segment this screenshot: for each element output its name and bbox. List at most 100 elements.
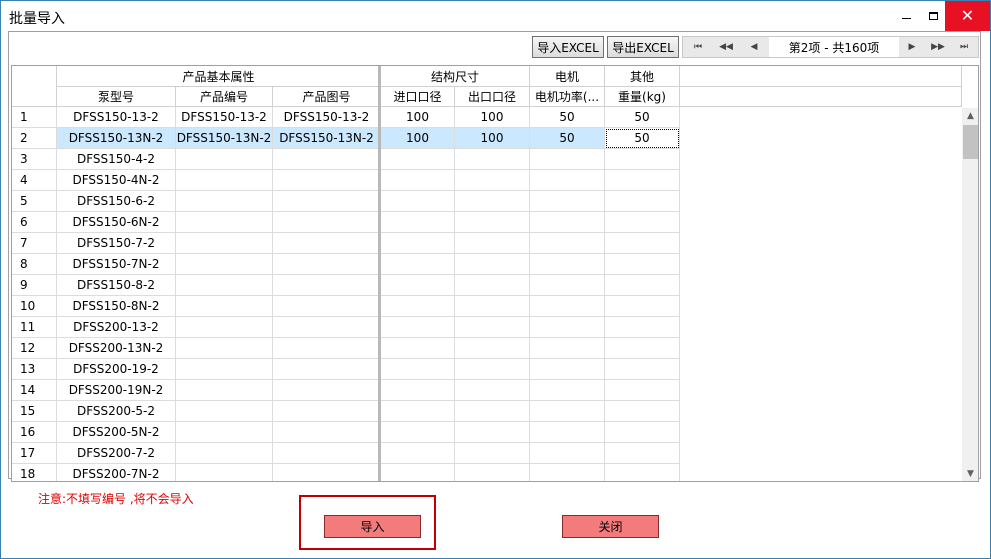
grid-cell[interactable] (605, 149, 680, 170)
prev-page-button[interactable]: ◀◀ (713, 37, 739, 57)
grid-cell[interactable] (605, 443, 680, 464)
grid-cell[interactable] (455, 443, 530, 464)
grid-cell[interactable] (530, 149, 605, 170)
row-number[interactable]: 4 (12, 170, 57, 191)
grid-cell[interactable] (381, 464, 455, 481)
row-number[interactable]: 5 (12, 191, 57, 212)
grid-cell[interactable] (530, 359, 605, 380)
grid-cell[interactable] (455, 359, 530, 380)
grid-cell[interactable]: DFSS200-7N-2 (57, 464, 176, 481)
row-number[interactable]: 2 (12, 128, 57, 149)
grid-cell[interactable] (176, 191, 273, 212)
grid-cell[interactable] (176, 254, 273, 275)
column-header[interactable]: 产品图号 (273, 87, 381, 107)
first-page-button[interactable]: ⏮ (685, 37, 711, 57)
grid-cell[interactable]: DFSS150-7N-2 (57, 254, 176, 275)
grid-cell[interactable]: DFSS150-8-2 (57, 275, 176, 296)
grid-cell[interactable]: DFSS150-8N-2 (57, 296, 176, 317)
grid-cell[interactable] (176, 149, 273, 170)
row-number[interactable]: 15 (12, 401, 57, 422)
grid-cell[interactable] (530, 296, 605, 317)
grid-cell[interactable]: DFSS150-13-2 (176, 107, 273, 128)
grid-cell[interactable]: DFSS200-13N-2 (57, 338, 176, 359)
last-page-button[interactable]: ⏭ (951, 37, 977, 57)
import-button[interactable]: 导入 (324, 515, 421, 538)
grid-cell[interactable] (455, 422, 530, 443)
grid-cell[interactable] (605, 464, 680, 481)
row-number[interactable]: 11 (12, 317, 57, 338)
column-header[interactable]: 出口口径 (455, 87, 530, 107)
row-number[interactable]: 1 (12, 107, 57, 128)
row-number[interactable]: 10 (12, 296, 57, 317)
grid-cell[interactable] (530, 170, 605, 191)
grid-cell[interactable]: 100 (455, 107, 530, 128)
grid-cell[interactable] (381, 254, 455, 275)
scroll-down-button[interactable]: ▼ (962, 466, 978, 481)
grid-cell[interactable] (455, 338, 530, 359)
grid-cell[interactable]: DFSS200-13-2 (57, 317, 176, 338)
grid-cell[interactable]: 100 (381, 128, 455, 149)
grid-cell[interactable] (381, 359, 455, 380)
export-excel-button[interactable]: 导出EXCEL (607, 36, 679, 58)
grid-cell[interactable] (455, 464, 530, 481)
grid-cell[interactable] (273, 275, 381, 296)
grid-cell[interactable] (605, 233, 680, 254)
grid-cell[interactable] (605, 254, 680, 275)
grid-cell[interactable]: 50 (605, 107, 680, 128)
grid-cell[interactable]: DFSS200-19N-2 (57, 380, 176, 401)
grid-cell[interactable] (455, 401, 530, 422)
grid-cell[interactable] (455, 317, 530, 338)
grid-cell[interactable]: 100 (455, 128, 530, 149)
grid-cell[interactable] (176, 212, 273, 233)
grid-cell[interactable] (273, 317, 381, 338)
row-number[interactable]: 13 (12, 359, 57, 380)
grid-cell[interactable] (455, 296, 530, 317)
row-number[interactable]: 3 (12, 149, 57, 170)
grid-cell[interactable] (176, 338, 273, 359)
grid-cell[interactable] (605, 170, 680, 191)
minimize-button[interactable] (891, 1, 921, 31)
grid-cell[interactable] (176, 401, 273, 422)
grid-cell[interactable] (273, 380, 381, 401)
grid-cell[interactable] (530, 191, 605, 212)
grid-cell[interactable] (381, 317, 455, 338)
grid-cell[interactable]: DFSS150-6-2 (57, 191, 176, 212)
grid-cell[interactable] (530, 275, 605, 296)
grid-cell[interactable] (605, 359, 680, 380)
grid-cell[interactable] (605, 275, 680, 296)
grid-cell[interactable] (176, 422, 273, 443)
grid-cell[interactable]: DFSS150-13N-2 (176, 128, 273, 149)
grid-cell[interactable]: DFSS150-13N-2 (57, 128, 176, 149)
grid-cell[interactable] (381, 191, 455, 212)
grid-cell[interactable] (530, 233, 605, 254)
grid-cell[interactable] (455, 149, 530, 170)
prev-button[interactable]: ◀ (741, 37, 767, 57)
row-number[interactable]: 18 (12, 464, 57, 481)
grid-cell[interactable] (530, 401, 605, 422)
scroll-thumb[interactable] (963, 125, 978, 159)
grid-cell[interactable] (176, 380, 273, 401)
grid-cell[interactable] (273, 464, 381, 481)
grid-cell[interactable]: 50 (530, 128, 605, 149)
grid-cell[interactable]: DFSS150-6N-2 (57, 212, 176, 233)
row-number[interactable]: 9 (12, 275, 57, 296)
close-button[interactable]: 关闭 (562, 515, 659, 538)
grid-cell[interactable]: DFSS150-13N-2 (273, 128, 381, 149)
grid-cell[interactable]: DFSS200-5N-2 (57, 422, 176, 443)
grid-cell[interactable] (176, 296, 273, 317)
grid-cell[interactable] (530, 338, 605, 359)
row-number[interactable]: 16 (12, 422, 57, 443)
data-grid[interactable]: DFSS200-7N-2 18 DFSS200-7-2 17 DFSS200-5N-2 1… (11, 65, 979, 482)
next-page-button[interactable]: ▶▶ (925, 37, 951, 57)
row-number[interactable]: 8 (12, 254, 57, 275)
grid-cell[interactable] (605, 380, 680, 401)
scroll-up-button[interactable]: ▲ (962, 108, 978, 124)
grid-cell[interactable] (176, 170, 273, 191)
frozen-column-splitter[interactable] (378, 66, 381, 481)
grid-cell[interactable] (381, 233, 455, 254)
grid-cell[interactable] (455, 254, 530, 275)
grid-cell[interactable] (381, 275, 455, 296)
grid-cell[interactable] (273, 296, 381, 317)
column-header[interactable]: 电机功率(... (530, 87, 605, 107)
grid-cell[interactable] (530, 254, 605, 275)
